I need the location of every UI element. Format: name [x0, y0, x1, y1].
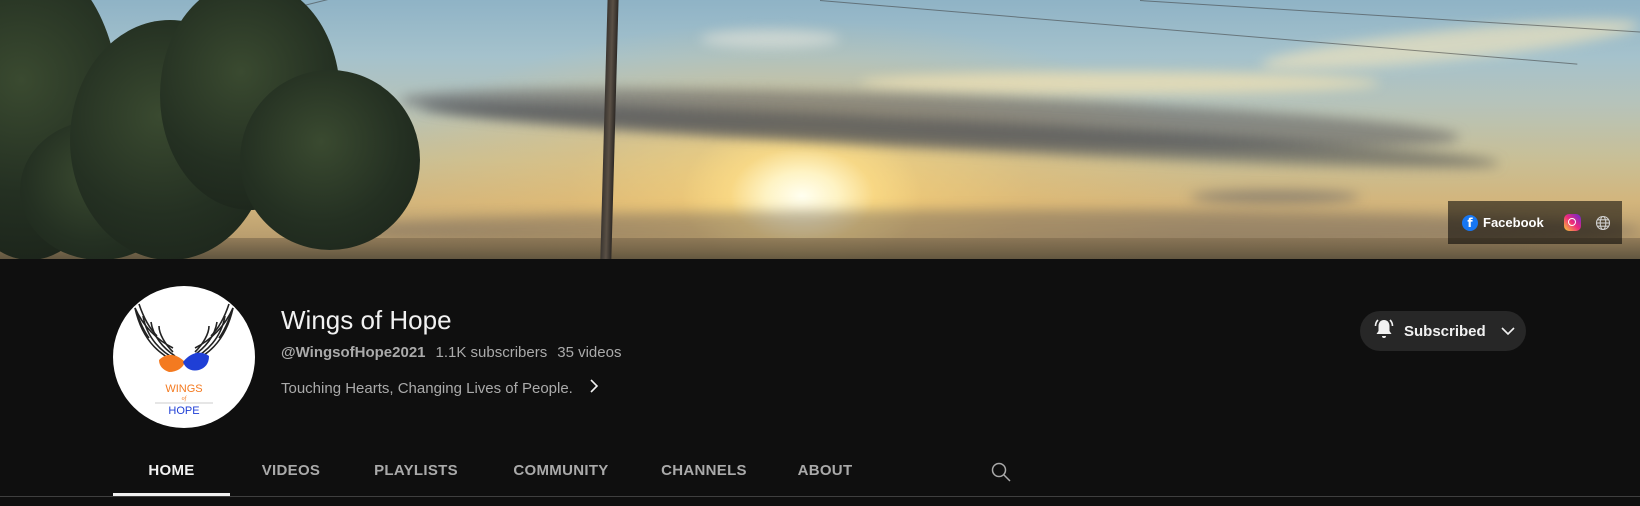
- instagram-icon[interactable]: [1563, 214, 1581, 231]
- svg-text:of: of: [182, 395, 188, 402]
- chevron-right-icon: [589, 378, 599, 398]
- subscriber-count: 1.1K subscribers: [435, 344, 548, 361]
- subscribed-button[interactable]: Subscribed: [1360, 311, 1526, 351]
- tab-playlists[interactable]: PLAYLISTS: [352, 452, 480, 496]
- svg-text:HOPE: HOPE: [168, 405, 199, 417]
- channel-name: Wings of Hope: [281, 305, 452, 335]
- channel-banner: f Facebook: [0, 0, 1640, 259]
- tab-about[interactable]: ABOUT: [773, 452, 877, 496]
- tabs-divider: [0, 496, 1640, 497]
- chevron-down-icon: [1500, 326, 1516, 336]
- subscribed-label: Subscribed: [1404, 322, 1486, 340]
- tab-community[interactable]: COMMUNITY: [487, 452, 635, 496]
- search-icon[interactable]: [990, 461, 1012, 488]
- channel-avatar[interactable]: WINGS of HOPE: [113, 286, 255, 428]
- video-count: 35 videos: [557, 344, 622, 361]
- facebook-link[interactable]: f Facebook: [1462, 214, 1544, 231]
- svg-text:WINGS: WINGS: [165, 383, 202, 395]
- channel-description[interactable]: Touching Hearts, Changing Lives of Peopl…: [281, 378, 599, 398]
- globe-icon[interactable]: [1595, 215, 1611, 231]
- facebook-link-label: Facebook: [1483, 215, 1544, 230]
- bell-icon: [1372, 317, 1396, 346]
- facebook-icon: f: [1462, 214, 1478, 231]
- tab-home[interactable]: HOME: [113, 452, 230, 496]
- channel-tabs: HOME VIDEOS PLAYLISTS COMMUNITY CHANNELS…: [113, 452, 877, 496]
- banner-links: f Facebook: [1448, 201, 1622, 244]
- channel-description-text: Touching Hearts, Changing Lives of Peopl…: [281, 379, 573, 397]
- tab-channels[interactable]: CHANNELS: [642, 452, 766, 496]
- tab-videos[interactable]: VIDEOS: [237, 452, 345, 496]
- channel-meta: @WingsofHope2021 1.1K subscribers 35 vid…: [281, 344, 621, 361]
- wings-of-hope-logo: WINGS of HOPE: [134, 303, 234, 417]
- channel-handle: @WingsofHope2021: [281, 344, 426, 361]
